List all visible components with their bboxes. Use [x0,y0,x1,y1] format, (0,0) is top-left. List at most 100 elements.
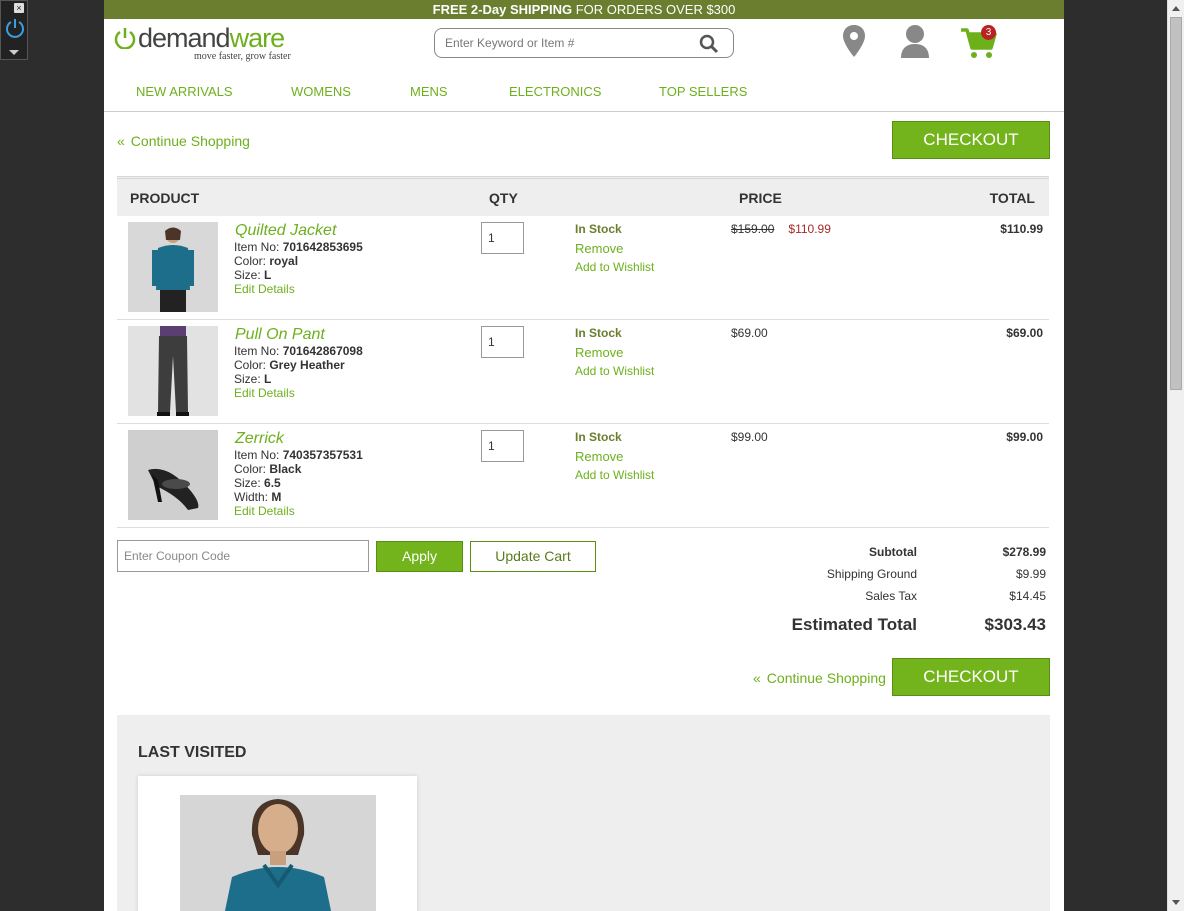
nav-new-arrivals[interactable]: NEW ARRIVALS [136,84,233,99]
location-pin-icon[interactable] [842,24,866,58]
line-total: $110.99 [1000,222,1043,236]
double-chevron-left-icon: « [753,670,761,686]
cart-row: Zerrick Item No: 740357357531 Color: Bla… [117,424,1049,528]
col-product: PRODUCT [130,190,200,206]
search-icon[interactable] [699,34,719,54]
line-total: $99.00 [1006,430,1043,444]
scroll-down-arrow[interactable] [1172,900,1180,905]
tax-row: Sales Tax $14.45 [744,587,1046,609]
remove-link[interactable]: Remove [575,345,623,360]
product-attributes: Item No: 740357357531 Color: Black Size:… [234,448,363,518]
subtotal-label: Subtotal [869,545,917,559]
coupon-code-input[interactable]: Enter Coupon Code [117,540,369,572]
add-to-wishlist-link[interactable]: Add to Wishlist [575,260,654,274]
last-visited-product-image[interactable] [180,795,376,911]
unit-price: $69.00 [731,326,768,340]
tax-label: Sales Tax [865,589,917,603]
promo-rest: FOR ORDERS OVER $300 [575,2,736,17]
site-logo[interactable]: demandware move faster, grow faster [114,23,304,63]
order-summary: Subtotal $278.99 Shipping Ground $9.99 S… [744,543,1046,637]
double-chevron-left-icon: « [117,133,125,149]
scroll-up-arrow[interactable] [1172,6,1180,11]
last-visited-section: LAST VISITED [117,715,1050,911]
stock-status: In Stock [575,430,622,444]
product-attributes: Item No: 701642853695 Color: royal Size:… [234,240,363,296]
nav-womens[interactable]: WOMENS [291,84,351,99]
size-label: Size: [234,372,265,386]
apply-coupon-button[interactable]: Apply [376,541,463,572]
promo-bar: FREE 2-Day SHIPPING FOR ORDERS OVER $300 [104,0,1064,19]
edit-details-link[interactable]: Edit Details [234,504,363,518]
product-image-zerrick[interactable] [128,430,218,520]
size-value: L [264,372,272,386]
power-icon[interactable] [4,17,26,39]
nav-mens[interactable]: MENS [410,84,448,99]
stock-status: In Stock [575,326,622,340]
subtotal-value: $278.99 [1002,545,1046,559]
user-icon[interactable] [899,24,931,58]
color-label: Color: [234,358,270,372]
promo-free: FREE [432,2,468,17]
main-nav: NEW ARRIVALS WOMENS MENS ELECTRONICS TOP… [104,64,1064,112]
product-name-link[interactable]: Pull On Pant [235,326,325,344]
estimated-total-label: Estimated Total [791,615,917,634]
quantity-input[interactable]: 1 [481,326,524,358]
remove-link[interactable]: Remove [575,241,623,256]
cart-count-badge[interactable]: 3 [981,25,996,40]
item-no-label: Item No: [234,448,283,462]
remove-link[interactable]: Remove [575,449,623,464]
edit-details-link[interactable]: Edit Details [234,282,363,296]
shipping-value: $9.99 [1015,567,1046,581]
size-value: L [264,268,272,282]
edit-details-link[interactable]: Edit Details [234,386,363,400]
product-name-link[interactable]: Zerrick [235,430,284,448]
search-input[interactable] [445,34,685,52]
last-visited-product-card[interactable] [138,776,417,911]
promo-shipping: SHIPPING [509,2,573,17]
checkout-button-top[interactable]: CHECKOUT [892,121,1050,159]
checkout-button-bottom[interactable]: CHECKOUT [892,658,1050,696]
price-cell: $159.00 $110.99 [731,222,831,236]
subtotal-row: Subtotal $278.99 [744,543,1046,565]
product-image-pull-on-pant[interactable] [128,326,218,416]
shipping-label: Shipping Ground [826,567,917,581]
continue-shopping-label: Continue Shopping [766,670,886,686]
product-image-quilted-jacket[interactable] [128,222,218,312]
width-label: Width: [234,490,272,504]
product-name-link[interactable]: Quilted Jacket [235,222,336,240]
cart-page: FREE 2-Day SHIPPING FOR ORDERS OVER $300… [104,0,1064,911]
color-label: Color: [234,254,270,268]
add-to-wishlist-link[interactable]: Add to Wishlist [575,468,654,482]
col-qty: QTY [489,190,518,206]
tax-value: $14.45 [1009,589,1046,603]
cart-table: PRODUCT QTY PRICE TOTAL Quilted Jacket I… [117,176,1049,528]
add-to-wishlist-link[interactable]: Add to Wishlist [575,364,654,378]
logo-tagline: move faster, grow faster [194,51,291,62]
continue-shopping-link-bottom[interactable]: « Continue Shopping [753,670,886,686]
nav-top-sellers[interactable]: TOP SELLERS [659,84,747,99]
vertical-scrollbar[interactable] [1167,0,1184,911]
continue-shopping-link-top[interactable]: « Continue Shopping [117,133,250,149]
quantity-input[interactable]: 1 [481,222,524,254]
power-widget[interactable]: × [0,0,28,60]
quantity-input[interactable]: 1 [481,430,524,462]
logo-wordmark: demandware [138,23,286,54]
chevron-down-icon[interactable] [9,50,19,55]
color-value: Grey Heather [269,358,345,372]
color-label: Color: [234,462,270,476]
scroll-thumb[interactable] [1170,17,1182,390]
item-no-value: 740357357531 [282,448,363,462]
size-value: 6.5 [264,476,281,490]
original-price: $159.00 [731,222,775,236]
update-cart-button[interactable]: Update Cart [470,541,596,572]
estimated-total-row: Estimated Total $303.43 [744,609,1046,637]
close-icon[interactable]: × [14,3,24,13]
col-total: TOTAL [989,190,1035,206]
nav-electronics[interactable]: ELECTRONICS [509,84,601,99]
price-cell: $69.00 [731,326,768,340]
item-no-value: 701642867098 [282,344,363,358]
stock-status: In Stock [575,222,622,236]
width-value: M [271,490,282,504]
logo-part-b: ware [229,23,286,53]
unit-price: $99.00 [731,430,768,444]
